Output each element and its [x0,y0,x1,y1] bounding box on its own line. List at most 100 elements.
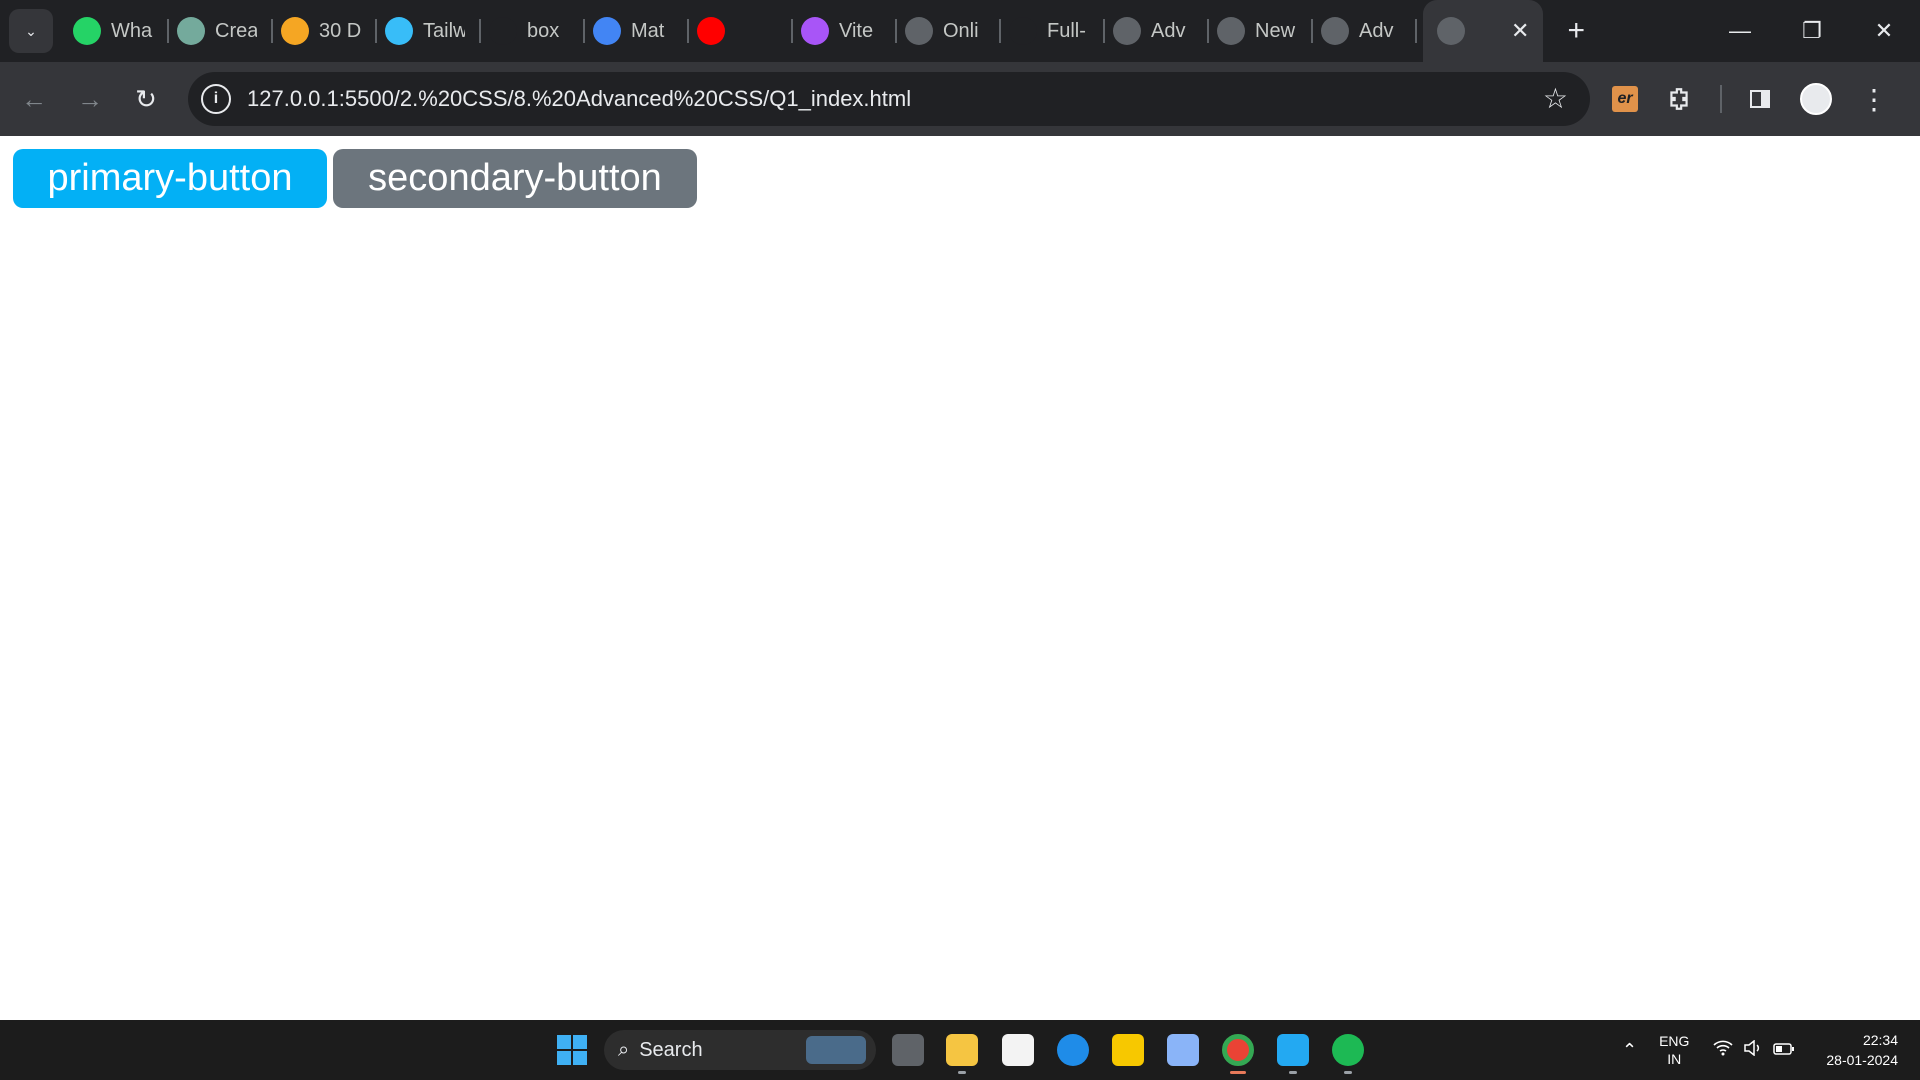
browser-tab[interactable]: box [481,11,585,51]
chevron-up-icon[interactable]: ⌃ [1622,1040,1637,1061]
taskbar: ⌕ Search ⌃ ENG IN 22:34 28-01-2024 [0,1020,1920,1080]
browser-toolbar: ← → ↻ i 127.0.0.1:5500/2.%20CSS/8.%20Adv… [0,62,1920,136]
mat-icon [593,17,621,45]
url-text[interactable]: 127.0.0.1:5500/2.%20CSS/8.%20Advanced%20… [247,86,911,112]
tab-title: Adv [1359,19,1394,42]
wifi-icon[interactable] [1713,1040,1733,1061]
back-button[interactable]: ← [6,84,62,115]
forward-button[interactable]: → [62,84,118,115]
wordpress-icon [905,17,933,45]
youtube-icon [697,17,725,45]
extension-er-icon[interactable]: er [1612,86,1638,112]
github-icon [1009,17,1037,45]
browser-tab[interactable]: Full- [1001,11,1105,51]
chevron-down-icon: ⌄ [25,22,37,39]
photos-icon[interactable] [1167,1034,1199,1066]
tailwind-icon [385,17,413,45]
tab-close-icon[interactable]: ✕ [1511,18,1529,44]
close-window-button[interactable]: ✕ [1848,18,1920,44]
chrome-icon[interactable] [1222,1034,1254,1066]
tab-title: Crea [215,19,257,42]
language-indicator[interactable]: ENG IN [1659,1032,1689,1068]
primary-button[interactable]: primary-button [13,149,327,208]
language-code: ENG [1659,1033,1690,1049]
volume-icon[interactable] [1743,1038,1763,1061]
page-viewport: primary-button secondary-button [0,136,1920,1020]
browser-tab[interactable]: New [1209,11,1313,51]
tab-title: 30 D [319,19,361,42]
tab-title: Onli [943,19,979,42]
tab-title: Full- [1047,19,1086,42]
microsoft-store-icon[interactable] [1002,1034,1034,1066]
globe-icon [1113,17,1141,45]
profile-avatar[interactable] [1800,83,1832,115]
browser-tab[interactable]: Tailw [377,11,481,51]
clock-time: 22:34 [1862,1032,1898,1048]
browser-tab[interactable]: 30 D [273,11,377,51]
bookmark-star-icon[interactable]: ☆ [1543,82,1568,115]
running-indicator [1289,1071,1297,1074]
tab-title: New [1255,19,1296,42]
search-icon: ⌕ [618,1038,630,1061]
browser-tab[interactable]: Adv [1313,11,1417,51]
active-app-indicator [1230,1071,1246,1074]
window-controls: — ❐ ✕ [1704,0,1920,62]
chatgpt-icon [177,17,205,45]
active-browser-tab[interactable]: ✕ [1423,0,1544,62]
clock-date: 28-01-2024 [1826,1052,1898,1068]
system-tray: ⌃ ENG IN [1622,1020,1805,1080]
side-panel-icon[interactable] [1748,87,1772,111]
address-bar[interactable]: i 127.0.0.1:5500/2.%20CSS/8.%20Advanced%… [188,72,1590,126]
running-indicator [1344,1071,1352,1074]
codewars-icon [281,17,309,45]
restore-button[interactable]: ❐ [1776,18,1848,44]
browser-tab[interactable] [689,11,793,51]
task-view-icon[interactable] [892,1034,924,1066]
windows-start-icon[interactable] [557,1035,587,1065]
tab-list: Wha Crea 30 D Tailw box Mat Vite Onli Full- Adv Ne… [65,0,1544,62]
reload-button[interactable]: ↻ [118,84,174,115]
medium-icon [489,17,517,45]
system-clock[interactable]: 22:34 28-01-2024 [1818,1030,1898,1070]
toolbar-divider [1720,85,1722,113]
tab-title: Vite [839,19,874,42]
new-tab-button[interactable]: + [1567,14,1585,48]
arrow-right-icon: → [77,83,103,114]
tab-title: Mat [631,19,665,42]
globe-icon [1321,17,1349,45]
menu-kebab-icon[interactable]: ⋮ [1860,83,1888,116]
arrow-left-icon: ← [21,83,47,114]
vscode-icon[interactable] [1277,1034,1309,1066]
running-indicator [958,1071,966,1074]
browser-tab[interactable]: Wha [65,11,169,51]
vite-icon [801,17,829,45]
toolbar-actions: er ⋮ [1612,62,1916,136]
chrome-icon [1217,17,1245,45]
globe-icon [1437,17,1465,45]
tab-separator [1415,19,1417,43]
region-code: IN [1667,1051,1682,1067]
battery-icon[interactable] [1773,1040,1795,1061]
taskbar-search-label: Search [639,1038,703,1061]
edge-icon[interactable] [1057,1034,1089,1066]
browser-tab[interactable]: Mat [585,11,689,51]
minimize-button[interactable]: — [1704,18,1776,44]
browser-tab[interactable]: Crea [169,11,273,51]
taskbar-search[interactable]: ⌕ Search [604,1030,876,1070]
browser-tab[interactable]: Vite [793,11,897,51]
site-info-icon[interactable]: i [201,84,231,114]
browser-tab[interactable]: Adv [1105,11,1209,51]
tab-search-button[interactable]: ⌄ [9,9,53,53]
extensions-puzzle-icon[interactable] [1666,86,1692,112]
whatsapp-icon [73,17,101,45]
file-explorer-icon[interactable] [946,1034,978,1066]
tab-title: Tailw [423,19,465,42]
sticky-notes-icon[interactable] [1112,1034,1144,1066]
tab-title: Adv [1151,19,1186,42]
browser-tab[interactable]: Onli [897,11,1001,51]
secondary-button[interactable]: secondary-button [333,149,697,208]
search-highlight-image [806,1036,866,1064]
tab-strip: ⌄ Wha Crea 30 D Tailw box Mat Vite Onli Full- Adv… [0,0,1920,62]
tab-title: Wha [111,19,153,42]
spotify-icon[interactable] [1332,1034,1364,1066]
